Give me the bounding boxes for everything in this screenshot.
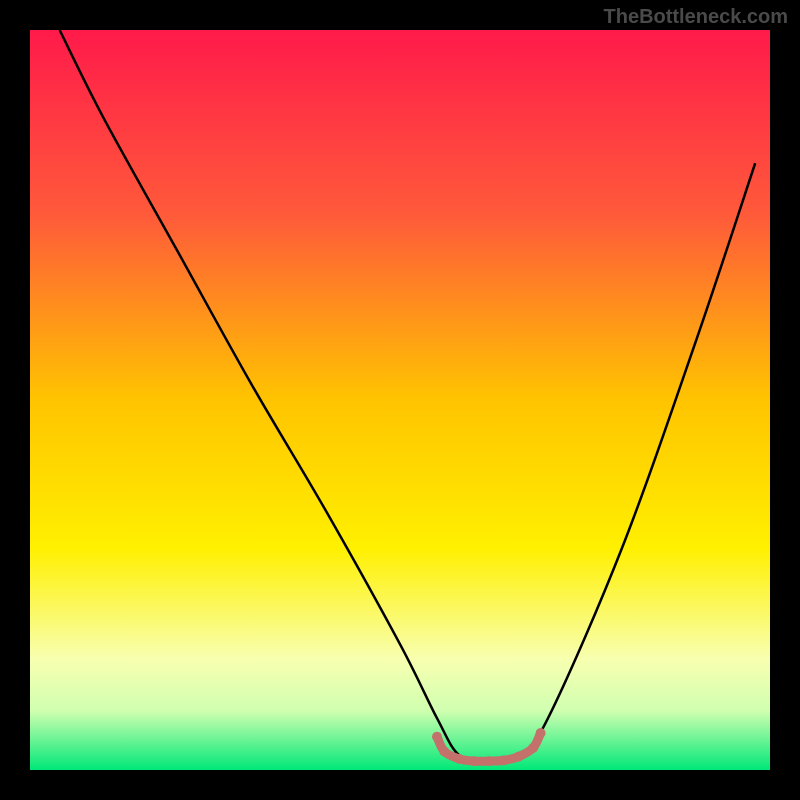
marker-dot	[469, 756, 479, 766]
marker-dot	[432, 732, 442, 742]
watermark-text: TheBottleneck.com	[604, 6, 788, 29]
marker-dot	[439, 747, 449, 757]
marker-dot	[499, 755, 509, 765]
marker-dot	[454, 754, 464, 764]
marker-dot	[528, 743, 538, 753]
bottleneck-curve	[60, 30, 756, 763]
chart-curves	[30, 30, 770, 770]
marker-dot	[536, 728, 546, 738]
optimal-range-dots	[432, 728, 546, 766]
chart-plot-area	[30, 30, 770, 770]
marker-dot	[513, 752, 523, 762]
marker-dot	[484, 756, 494, 766]
